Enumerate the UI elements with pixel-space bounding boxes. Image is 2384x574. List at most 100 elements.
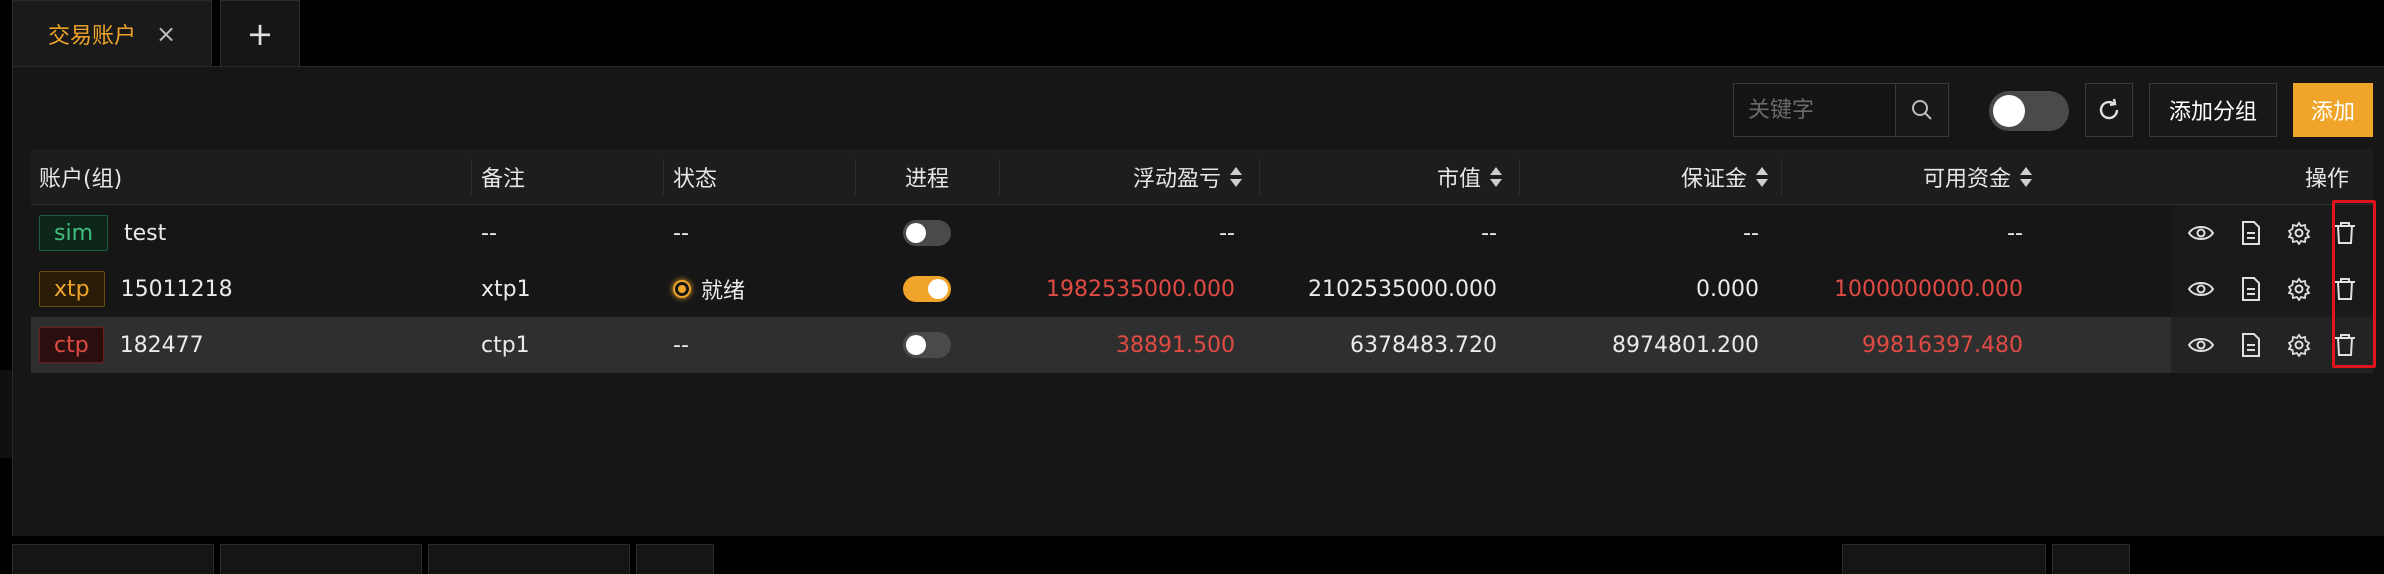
note-cell: -- (481, 220, 497, 246)
header-margin-label: 保证金 (1680, 167, 1747, 192)
market-value-cell: 6378483.720 (1350, 332, 1497, 358)
note-cell: ctp1 (481, 332, 530, 358)
table-header: 账户(组) 备注 状态 进程 浮动盈亏 市值 保证金 可用资金 操作 (31, 149, 2373, 205)
status-cell: -- (673, 220, 689, 246)
header-ops: 操作 (2304, 167, 2349, 192)
header-available[interactable]: 可用资金 (1791, 149, 2033, 205)
eye-icon[interactable] (2187, 219, 2215, 247)
column-divider (999, 159, 1000, 195)
gear-icon[interactable] (2285, 331, 2313, 359)
account-cell: sim test (39, 205, 166, 261)
refresh-icon (2099, 98, 2119, 120)
market-value-cell: 2102535000.000 (1308, 276, 1497, 302)
sort-icon[interactable] (1755, 166, 1769, 188)
tab-label: 交易账户 (47, 23, 136, 49)
eye-icon[interactable] (2187, 331, 2215, 359)
account-type-badge: sim (39, 215, 109, 251)
column-divider (855, 159, 856, 195)
accounts-table: 账户(组) 备注 状态 进程 浮动盈亏 市值 保证金 可用资金 操作 sim t… (31, 149, 2373, 373)
sort-icon[interactable] (1229, 166, 1243, 188)
status-cell: -- (673, 332, 689, 358)
table-row[interactable]: xtp 15011218 xtp1 就绪 1982535000.000 2102… (31, 261, 2373, 317)
header-status: 状态 (673, 167, 718, 192)
account-name: 15011218 (120, 276, 233, 302)
add-tab-button[interactable]: + (220, 0, 300, 66)
pnl-cell: 38891.500 (1116, 332, 1235, 358)
column-divider (1781, 159, 1782, 195)
add-group-button[interactable]: 添加分组 (2149, 83, 2277, 137)
margin-cell: 0.000 (1696, 276, 1759, 302)
process-toggle[interactable] (903, 220, 951, 246)
header-process: 进程 (904, 167, 949, 192)
document-icon[interactable] (2237, 275, 2265, 303)
margin-cell: 8974801.200 (1612, 332, 1759, 358)
status-ready-icon (673, 280, 691, 298)
bottom-tab[interactable] (1842, 544, 2046, 574)
bottom-tab[interactable] (428, 544, 630, 574)
market-value-cell: -- (1481, 220, 1497, 246)
display-toggle[interactable] (1989, 91, 2069, 131)
search-button[interactable] (1895, 83, 1949, 137)
available-cell: -- (2007, 220, 2023, 246)
add-button[interactable]: 添加 (2293, 83, 2373, 137)
status-text: 就绪 (701, 279, 746, 304)
table-row[interactable]: sim test -- -- -- -- -- -- (31, 205, 2373, 261)
header-market-value-label: 市值 (1436, 167, 1481, 192)
process-toggle[interactable] (903, 332, 951, 358)
bottom-tab[interactable] (636, 544, 714, 574)
available-cell: 99816397.480 (1862, 332, 2023, 358)
toggle-knob (906, 223, 926, 243)
close-icon[interactable]: × (156, 22, 176, 46)
document-icon[interactable] (2237, 219, 2265, 247)
column-divider (1259, 159, 1260, 195)
refresh-button[interactable] (2085, 83, 2133, 137)
account-type-badge: ctp (39, 327, 104, 363)
bottom-tab[interactable] (220, 544, 422, 574)
process-toggle[interactable] (903, 276, 951, 302)
delete-column-highlight (2332, 200, 2376, 368)
header-account: 账户(组) (39, 167, 123, 192)
toggle-knob (1993, 95, 2025, 127)
tab-bar: 交易账户 × + (0, 0, 2384, 66)
account-type-badge: xtp (39, 271, 105, 307)
account-cell: xtp 15011218 (39, 261, 233, 317)
column-divider (471, 159, 472, 195)
bottom-tab[interactable] (12, 544, 214, 574)
gear-icon[interactable] (2285, 275, 2313, 303)
account-cell: ctp 182477 (39, 317, 204, 373)
header-market-value[interactable]: 市值 (1271, 149, 1503, 205)
sort-icon[interactable] (2019, 166, 2033, 188)
header-note: 备注 (481, 167, 526, 192)
accounts-panel: 添加分组 添加 账户(组) 备注 状态 进程 浮动盈亏 市值 保证金 (12, 66, 2384, 536)
account-name: test (124, 220, 167, 246)
pnl-cell: 1982535000.000 (1046, 276, 1235, 302)
table-row[interactable]: ctp 182477 ctp1 -- 38891.500 6378483.720… (31, 317, 2373, 373)
tab-trading-accounts[interactable]: 交易账户 × (12, 0, 212, 66)
account-name: 182477 (119, 332, 204, 358)
toggle-knob (928, 279, 948, 299)
sort-icon[interactable] (1489, 166, 1503, 188)
available-cell: 1000000000.000 (1834, 276, 2023, 302)
margin-cell: -- (1743, 220, 1759, 246)
status-cell: 就绪 (673, 261, 745, 317)
header-available-label: 可用资金 (1922, 167, 2011, 192)
eye-icon[interactable] (2187, 275, 2215, 303)
side-strip (0, 370, 12, 458)
header-pnl[interactable]: 浮动盈亏 (1011, 149, 1243, 205)
note-cell: xtp1 (481, 276, 531, 302)
plus-icon: + (246, 14, 274, 53)
bottom-tab[interactable] (2052, 544, 2130, 574)
process-cell (857, 261, 997, 317)
column-divider (1519, 159, 1520, 195)
header-margin[interactable]: 保证金 (1531, 149, 1769, 205)
process-cell (857, 205, 997, 261)
search-input[interactable] (1733, 83, 1895, 137)
column-divider (663, 159, 664, 195)
document-icon[interactable] (2237, 331, 2265, 359)
gear-icon[interactable] (2285, 219, 2313, 247)
header-pnl-label: 浮动盈亏 (1132, 167, 1221, 192)
process-cell (857, 317, 997, 373)
search-icon (1912, 100, 1932, 120)
toggle-knob (906, 335, 926, 355)
pnl-cell: -- (1219, 220, 1235, 246)
